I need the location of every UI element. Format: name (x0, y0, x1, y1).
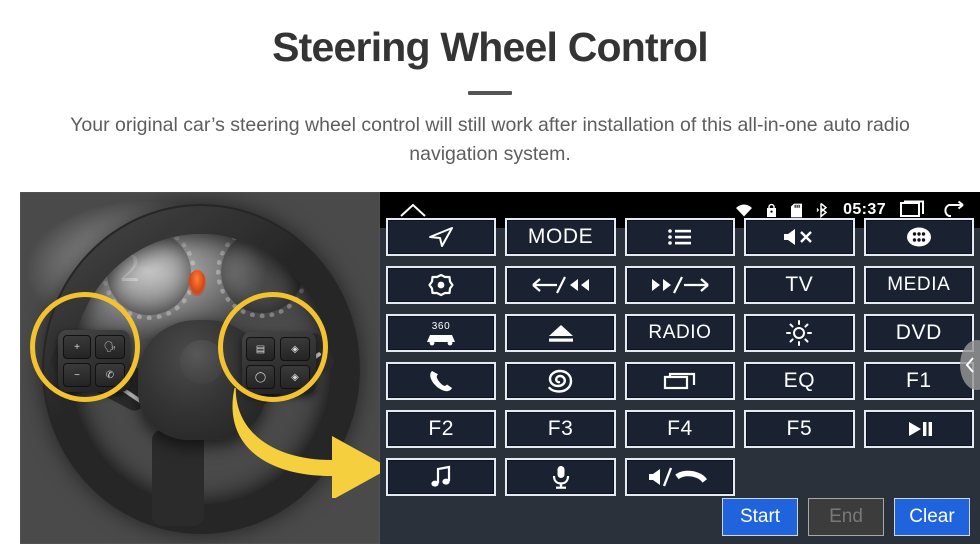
button-f3[interactable]: F3 (505, 410, 616, 448)
button-camera-360[interactable]: 360 (386, 314, 497, 352)
head-unit-screen: 05:37 MODE TV MEDIA 360 RADIO DVD EQ F1 … (380, 192, 980, 544)
sd-card-icon (790, 203, 803, 218)
chevron-left-icon (965, 357, 974, 373)
button-apps[interactable] (863, 218, 974, 256)
button-eq[interactable]: EQ (744, 362, 855, 400)
wheel-spoke-bottom (152, 430, 204, 526)
button-f5[interactable]: F5 (744, 410, 855, 448)
button-music[interactable] (386, 458, 497, 496)
button-list[interactable] (624, 218, 736, 256)
button-play-pause[interactable] (863, 410, 974, 448)
wifi-icon (735, 203, 753, 218)
button-radio[interactable]: RADIO (624, 314, 736, 352)
highlight-ring-right (218, 292, 328, 402)
button-swirl[interactable] (505, 362, 616, 400)
end-button: End (808, 498, 884, 536)
title-divider (468, 91, 512, 96)
button-mode[interactable]: MODE (505, 218, 616, 256)
lock-icon (766, 203, 777, 218)
start-button[interactable]: Start (722, 498, 798, 536)
highlight-ring-left (30, 292, 140, 402)
header: Steering Wheel Control Your original car… (0, 0, 980, 168)
content-split: 2 + − 🗣 ✆ (0, 192, 980, 544)
button-voice[interactable] (505, 458, 616, 496)
button-media[interactable]: MEDIA (863, 266, 974, 304)
home-icon[interactable] (398, 200, 428, 220)
button-f4[interactable]: F4 (624, 410, 736, 448)
page-title: Steering Wheel Control (272, 24, 709, 70)
button-phone[interactable] (386, 362, 497, 400)
pointing-arrow-icon (228, 388, 380, 498)
button-next[interactable] (624, 266, 736, 304)
function-button-grid: MODE TV MEDIA 360 RADIO DVD EQ F1 F2 F3 … (380, 218, 980, 496)
recents-icon[interactable] (899, 200, 927, 220)
button-window[interactable] (624, 362, 736, 400)
button-eject[interactable] (505, 314, 616, 352)
back-icon[interactable] (940, 200, 966, 220)
button-brightness[interactable] (744, 314, 855, 352)
button-navigation[interactable] (386, 218, 497, 256)
status-icons: 05:37 (735, 200, 966, 220)
button-speaker-hangup[interactable] (624, 458, 736, 496)
button-tv[interactable]: TV (744, 266, 855, 304)
steering-wheel-photo: 2 + − 🗣 ✆ (0, 192, 380, 544)
button-previous[interactable] (505, 266, 616, 304)
clear-button[interactable]: Clear (894, 498, 970, 536)
page-subtitle: Your original car’s steering wheel contr… (70, 114, 910, 165)
svg-text:360: 360 (432, 321, 451, 332)
action-buttons: Start End Clear (722, 498, 970, 536)
clock: 05:37 (843, 201, 886, 218)
button-f1[interactable]: F1 (863, 362, 974, 400)
button-dvd[interactable]: DVD (863, 314, 974, 352)
button-settings[interactable] (386, 266, 497, 304)
button-f2[interactable]: F2 (386, 410, 497, 448)
photo-frame: 2 + − 🗣 ✆ (20, 192, 380, 544)
bluetooth-icon (816, 202, 830, 218)
button-mute[interactable] (744, 218, 855, 256)
page-root: Steering Wheel Control Your original car… (0, 0, 980, 544)
